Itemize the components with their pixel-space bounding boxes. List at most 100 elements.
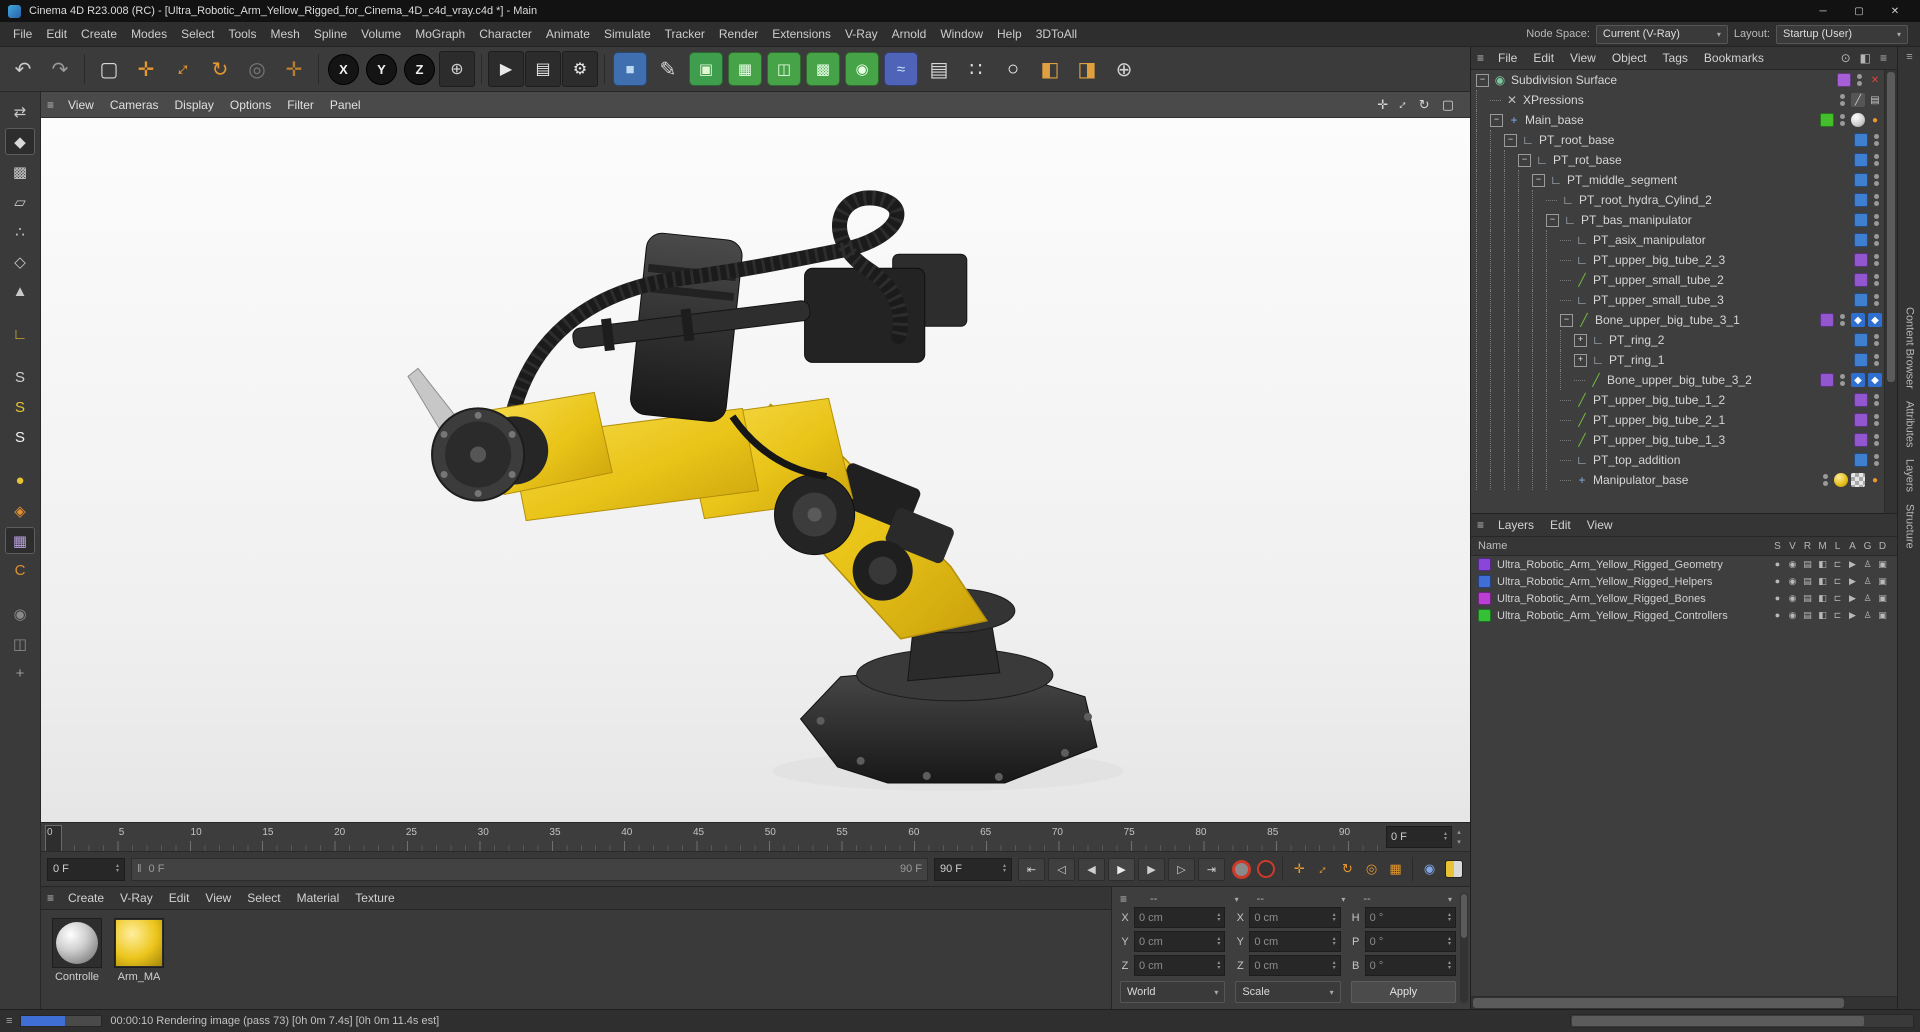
next-frame-button[interactable]: ▶ [1138,857,1165,881]
layers-menu-layers[interactable]: Layers [1490,518,1542,532]
menu-select[interactable]: Select [174,27,221,41]
orange-dot-tag-icon[interactable]: ● [1868,113,1882,127]
visibility-dots-icon[interactable] [1874,154,1879,166]
viewport-menu-options[interactable]: Options [222,98,279,112]
layer-color-chip[interactable] [1478,592,1491,605]
prev-frame-button[interactable]: ◀ [1078,857,1105,881]
rotation-h-field[interactable]: 0 ° ▴ ▾ [1364,907,1456,928]
recent-tool-icon[interactable]: ◎ [239,51,275,87]
layer-color-chip[interactable] [1478,558,1491,571]
pan-view-icon[interactable]: ✛ [1377,97,1388,113]
play-button[interactable]: ▶ [1108,857,1135,881]
layer-color-chip[interactable] [1854,433,1868,447]
tree-row[interactable]: + ∟ PT_ring_2 [1471,330,1885,350]
visibility-dots-icon[interactable] [1840,94,1845,106]
ik-tag-icon[interactable]: ◆ [1868,313,1882,327]
expander-minus-icon[interactable]: − [1504,133,1517,147]
material-thumbnail[interactable] [114,918,164,968]
tree-row[interactable]: ╱ PT_upper_big_tube_1_2 [1471,390,1885,410]
scale-y-field[interactable]: 0 cm ▴ ▾ [1249,931,1341,952]
render-icon[interactable]: ▤ [1800,559,1815,570]
animation-icon[interactable]: ▶ [1845,576,1860,587]
material-menu-material[interactable]: Material [289,891,348,905]
scale-x-field[interactable]: 0 cm ▴ ▾ [1249,907,1341,928]
solo-dot-icon[interactable]: ● [1770,559,1785,570]
autokey-button[interactable] [1255,859,1276,880]
timeline-nav-buttons[interactable]: ▴ ▾ [1452,828,1466,846]
menu-mesh[interactable]: Mesh [263,27,306,41]
viewport-menu-cameras[interactable]: Cameras [102,98,167,112]
menu-extensions[interactable]: Extensions [765,27,838,41]
ik-tag-icon[interactable]: ◆ [1868,373,1882,387]
points-mode-icon[interactable]: ∴ [5,218,35,245]
menu-mograph[interactable]: MoGraph [408,27,472,41]
layer-color-chip[interactable] [1854,333,1868,347]
rotate-view-icon[interactable]: ↻ [1419,97,1430,113]
magnet-tool-icon[interactable]: ◉ [5,600,35,627]
earth-icon[interactable]: ⊕ [1106,51,1142,87]
menu-tracker[interactable]: Tracker [658,27,712,41]
scale-z-field[interactable]: 0 cm ▴ ▾ [1249,955,1341,976]
generators-icon[interactable]: ♙ [1860,593,1875,604]
material-menu-edit[interactable]: Edit [161,891,198,905]
minimize-button[interactable]: ─ [1806,2,1840,20]
tree-row[interactable]: − ◉ Subdivision Surface ✕ [1471,70,1885,90]
layer-color-chip[interactable] [1854,353,1868,367]
hamburger-icon[interactable]: ≡ [1906,51,1912,63]
visibility-dots-icon[interactable] [1874,414,1879,426]
menu-edit[interactable]: Edit [39,27,74,41]
hamburger-icon[interactable]: ≡ [47,98,54,112]
position-x-field[interactable]: 0 cm ▴ ▾ [1134,907,1226,928]
object-menu-file[interactable]: File [1490,51,1525,65]
checker-tag-icon[interactable] [1851,473,1865,487]
ik-tag-icon[interactable]: ◆ [1851,373,1865,387]
tree-row[interactable]: − ∟ PT_middle_segment [1471,170,1885,190]
menu-tools[interactable]: Tools [221,27,263,41]
y-axis-lock-button[interactable]: Y [366,53,397,85]
menu-render[interactable]: Render [712,27,765,41]
close-button[interactable]: ✕ [1878,2,1912,20]
layer-color-chip[interactable] [1854,133,1868,147]
hamburger-icon[interactable]: ≡ [1477,518,1484,532]
menu-3dtoall[interactable]: 3DToAll [1029,27,1084,41]
expander-plus-icon[interactable]: + [1574,333,1587,347]
dock-horizontal-scrollbar[interactable] [1570,1014,1914,1028]
keyframe-rotation-toggle[interactable]: ↻ [1337,859,1358,880]
tree-row[interactable]: ∟ PT_top_addition [1471,450,1885,470]
manager-icon[interactable]: ◧ [1815,559,1830,570]
expander-minus-icon[interactable]: − [1518,153,1531,167]
render-icon[interactable]: ▤ [1800,576,1815,587]
workplane-toggle-icon[interactable] [1443,859,1464,880]
move-tool-icon[interactable]: ✛ [128,51,164,87]
visibility-dots-icon[interactable] [1874,454,1879,466]
model-mode-icon[interactable]: ◆ [5,128,35,155]
layer-color-chip[interactable] [1478,609,1491,622]
menu-spline[interactable]: Spline [307,27,354,41]
coordinate-column-header[interactable]: -- ▾ [1146,893,1243,905]
render-view-icon[interactable]: ▶ [488,51,524,87]
lock-icon[interactable]: ⊏ [1830,576,1845,587]
xpresso-editor-icon[interactable]: ◧ [1032,51,1068,87]
timeline-ruler[interactable]: 0 5 10 15 20 25 30 35 40 45 50 55 60 65 70 75 80 85 90 0 F… [41,823,1470,852]
stepper-icon[interactable]: ▴ ▾ [1003,863,1006,874]
object-menu-object[interactable]: Object [1604,51,1655,65]
layer-color-chip[interactable] [1820,313,1834,327]
axis-modify-icon[interactable]: ✛ [276,51,312,87]
manager-icon[interactable]: ◧ [1815,593,1830,604]
apply-button[interactable]: Apply [1350,981,1456,1003]
expander-minus-icon[interactable]: − [1532,173,1545,187]
layer-color-chip[interactable] [1820,373,1834,387]
range-handle[interactable]: ‖ [137,863,142,875]
matrix-icon[interactable]: ▩ [806,52,840,86]
tree-row[interactable]: ∟ PT_upper_small_tube_3 [1471,290,1885,310]
menu-arnold[interactable]: Arnold [885,27,934,41]
visibility-dots-icon[interactable] [1874,234,1879,246]
object-menu-tags[interactable]: Tags [1655,51,1696,65]
layer-color-chip[interactable] [1854,293,1868,307]
layer-color-chip[interactable] [1854,393,1868,407]
generators-icon[interactable]: ♙ [1860,559,1875,570]
scale-tool-icon[interactable]: ↕ [165,51,201,87]
coordinates-scrollbar[interactable] [1460,893,1468,1003]
material-menu-select[interactable]: Select [239,891,288,905]
menu-help[interactable]: Help [990,27,1029,41]
